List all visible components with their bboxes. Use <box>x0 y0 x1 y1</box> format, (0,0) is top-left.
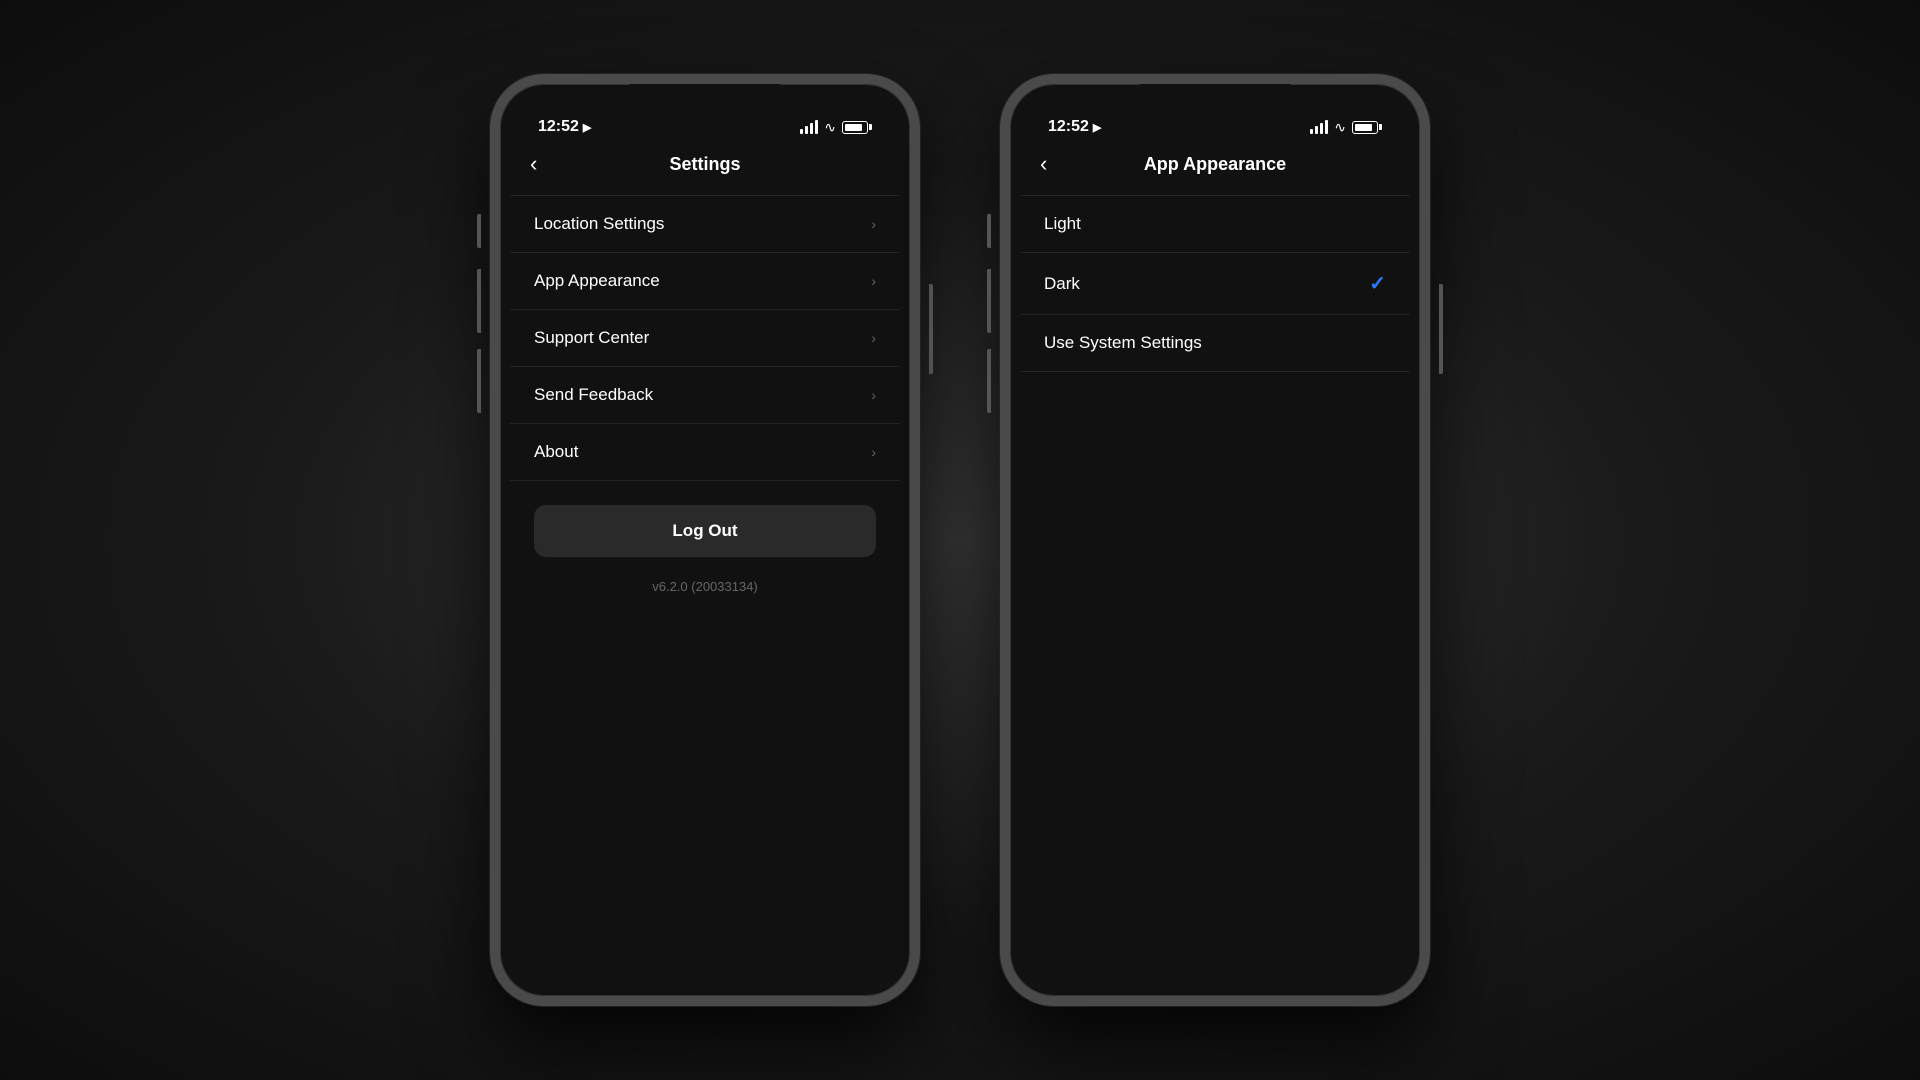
location-settings-item[interactable]: Location Settings › <box>510 195 900 253</box>
settings-content: Location Settings › App Appearance › Sup… <box>510 187 900 986</box>
status-icons-2: ∿ <box>1310 119 1382 136</box>
location-arrow-icon: ▶ <box>583 121 591 134</box>
phone-screen-appearance: 12:52 ▶ ∿ <box>1020 94 1410 986</box>
app-appearance-chevron: › <box>871 273 876 289</box>
nav-bar-settings: ‹ Settings <box>510 146 900 187</box>
battery-icon-2 <box>1352 121 1382 134</box>
mute-button-2 <box>987 214 991 248</box>
system-settings-option[interactable]: Use System Settings <box>1020 315 1410 372</box>
send-feedback-chevron: › <box>871 387 876 403</box>
app-appearance-item[interactable]: App Appearance › <box>510 253 900 310</box>
phone-settings: 12:52 ▶ ∿ <box>490 74 920 1006</box>
signal-bars-2 <box>1310 120 1328 134</box>
system-settings-label: Use System Settings <box>1044 333 1202 353</box>
mute-button <box>477 214 481 248</box>
status-icons-1: ∿ <box>800 119 872 136</box>
logout-section: Log Out <box>510 481 900 569</box>
support-center-chevron: › <box>871 330 876 346</box>
phone-frame-settings: 12:52 ▶ ∿ <box>490 74 920 1006</box>
nav-bar-appearance: ‹ App Appearance <box>1020 146 1410 187</box>
location-arrow-icon-2: ▶ <box>1093 121 1101 134</box>
about-chevron: › <box>871 444 876 460</box>
about-item[interactable]: About › <box>510 424 900 481</box>
app-appearance-label: App Appearance <box>534 271 660 291</box>
dark-checkmark-icon: ✓ <box>1369 271 1386 296</box>
light-label: Light <box>1044 214 1081 234</box>
support-center-item[interactable]: Support Center › <box>510 310 900 367</box>
phone-frame-appearance: 12:52 ▶ ∿ <box>1000 74 1430 1006</box>
location-settings-label: Location Settings <box>534 214 664 234</box>
wifi-icon-2: ∿ <box>1334 119 1346 136</box>
status-time-1: 12:52 ▶ <box>538 118 591 136</box>
back-button-settings[interactable]: ‹ <box>530 155 537 175</box>
about-label: About <box>534 442 578 462</box>
volume-up-button <box>477 269 481 333</box>
power-button-2 <box>1439 284 1443 374</box>
send-feedback-item[interactable]: Send Feedback › <box>510 367 900 424</box>
volume-up-button-2 <box>987 269 991 333</box>
location-settings-chevron: › <box>871 216 876 232</box>
back-chevron-icon: ‹ <box>530 153 537 175</box>
appearance-title: App Appearance <box>1144 154 1286 175</box>
dark-option[interactable]: Dark ✓ <box>1020 253 1410 315</box>
power-button <box>929 284 933 374</box>
phone-appearance: 12:52 ▶ ∿ <box>1000 74 1430 1006</box>
status-time-2: 12:52 ▶ <box>1048 118 1101 136</box>
support-center-label: Support Center <box>534 328 649 348</box>
appearance-content: Light Dark ✓ Use System Settings <box>1020 187 1410 986</box>
back-button-appearance[interactable]: ‹ <box>1040 155 1047 175</box>
signal-bars-1 <box>800 120 818 134</box>
settings-title: Settings <box>669 154 740 175</box>
version-text: v6.2.0 (20033134) <box>510 569 900 604</box>
status-bar-2: 12:52 ▶ ∿ <box>1020 94 1410 146</box>
phone-screen-settings: 12:52 ▶ ∿ <box>510 94 900 986</box>
logout-button[interactable]: Log Out <box>534 505 876 557</box>
dark-label: Dark <box>1044 274 1080 294</box>
back-chevron-icon-2: ‹ <box>1040 153 1047 175</box>
status-bar-1: 12:52 ▶ ∿ <box>510 94 900 146</box>
light-option[interactable]: Light <box>1020 195 1410 253</box>
battery-icon-1 <box>842 121 872 134</box>
wifi-icon-1: ∿ <box>824 119 836 136</box>
volume-down-button-2 <box>987 349 991 413</box>
volume-down-button <box>477 349 481 413</box>
send-feedback-label: Send Feedback <box>534 385 653 405</box>
